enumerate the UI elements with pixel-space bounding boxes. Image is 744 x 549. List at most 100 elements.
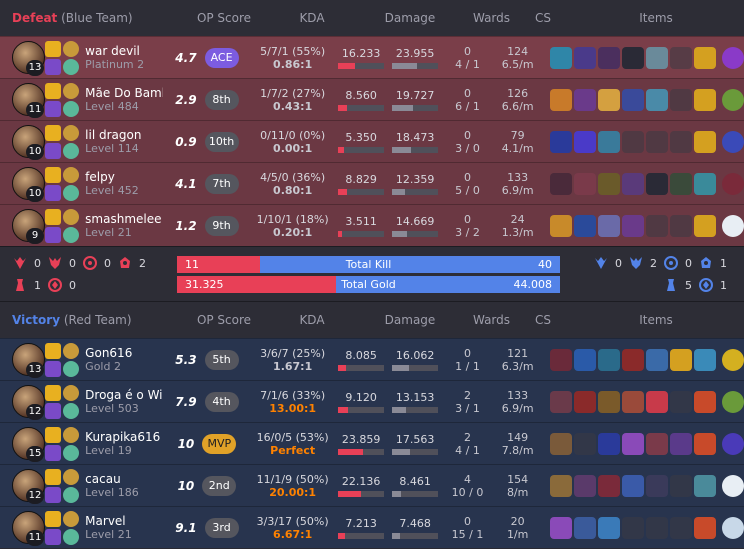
item-slot[interactable] bbox=[622, 390, 644, 413]
secondary-spell-icon[interactable] bbox=[45, 486, 62, 503]
secondary-rune-icon[interactable] bbox=[63, 100, 80, 117]
trinket-slot[interactable] bbox=[722, 474, 744, 497]
item-slot[interactable] bbox=[694, 172, 716, 195]
wards-header[interactable]: Wards bbox=[465, 11, 518, 25]
item-slot[interactable] bbox=[670, 214, 692, 237]
primary-rune-icon[interactable] bbox=[63, 426, 80, 443]
trinket-slot[interactable] bbox=[722, 516, 744, 539]
summoner-name[interactable]: war devil bbox=[85, 44, 163, 58]
flash-spell-icon[interactable] bbox=[45, 510, 62, 527]
champion-portrait[interactable]: 9 bbox=[0, 205, 45, 247]
item-slot[interactable] bbox=[694, 46, 716, 69]
player-row[interactable]: 10 lil dragon Level 114 0.9 10th 0/11/0 (0%) 0… bbox=[0, 120, 744, 162]
item-slot[interactable] bbox=[574, 172, 596, 195]
trinket-slot[interactable] bbox=[722, 130, 744, 153]
player-row[interactable]: 10 felpy Level 452 4.1 7th 4/5/0 (36%) 0.80:1 8… bbox=[0, 162, 744, 204]
secondary-rune-icon[interactable] bbox=[63, 486, 80, 503]
champion-portrait[interactable]: 10 bbox=[0, 121, 45, 163]
flash-spell-icon[interactable] bbox=[45, 166, 62, 183]
primary-rune-icon[interactable] bbox=[63, 468, 80, 485]
primary-rune-icon[interactable] bbox=[63, 208, 80, 225]
summoner-name[interactable]: Marvel bbox=[85, 514, 163, 528]
player-row[interactable]: 12 cacau Level 186 10 2nd 11/1/9 (50%) 20.00:1… bbox=[0, 464, 744, 506]
secondary-spell-icon[interactable] bbox=[45, 58, 62, 75]
item-slot[interactable] bbox=[598, 214, 620, 237]
item-slot[interactable] bbox=[622, 130, 644, 153]
trinket-slot[interactable] bbox=[722, 88, 744, 111]
secondary-spell-icon[interactable] bbox=[45, 360, 62, 377]
player-row[interactable]: 11 Marvel Level 21 9.1 3rd 3/3/17 (50%) 6.67:1… bbox=[0, 506, 744, 548]
item-slot[interactable] bbox=[670, 432, 692, 455]
summoner-name[interactable]: Mãe Do Bambi bbox=[85, 86, 163, 100]
item-slot[interactable] bbox=[670, 348, 692, 371]
champion-portrait[interactable]: 13 bbox=[0, 339, 45, 381]
summoner-name[interactable]: Kurapika616 bbox=[85, 430, 163, 444]
item-slot[interactable] bbox=[694, 88, 716, 111]
champion-portrait[interactable]: 10 bbox=[0, 163, 45, 205]
item-slot[interactable] bbox=[550, 130, 572, 153]
flash-spell-icon[interactable] bbox=[45, 124, 62, 141]
summoner-name[interactable]: lil dragon bbox=[85, 128, 163, 142]
item-slot[interactable] bbox=[670, 172, 692, 195]
item-slot[interactable] bbox=[646, 130, 668, 153]
item-slot[interactable] bbox=[646, 474, 668, 497]
item-slot[interactable] bbox=[646, 46, 668, 69]
item-slot[interactable] bbox=[574, 516, 596, 539]
secondary-rune-icon[interactable] bbox=[63, 226, 80, 243]
secondary-rune-icon[interactable] bbox=[63, 142, 80, 159]
item-slot[interactable] bbox=[646, 348, 668, 371]
item-slot[interactable] bbox=[622, 214, 644, 237]
op-score-header[interactable]: OP Score bbox=[179, 313, 269, 327]
flash-spell-icon[interactable] bbox=[45, 468, 62, 485]
item-slot[interactable] bbox=[694, 348, 716, 371]
item-slot[interactable] bbox=[574, 46, 596, 69]
item-slot[interactable] bbox=[622, 432, 644, 455]
champion-portrait[interactable]: 11 bbox=[0, 507, 45, 549]
item-slot[interactable] bbox=[622, 516, 644, 539]
player-row[interactable]: 12 Droga é o Will Level 503 7.9 4th 7/1/6 (33… bbox=[0, 380, 744, 422]
item-slot[interactable] bbox=[598, 516, 620, 539]
item-slot[interactable] bbox=[694, 390, 716, 413]
item-slot[interactable] bbox=[694, 214, 716, 237]
wards-header[interactable]: Wards bbox=[465, 313, 518, 327]
item-slot[interactable] bbox=[550, 432, 572, 455]
item-slot[interactable] bbox=[574, 214, 596, 237]
summoner-name[interactable]: Gon616 bbox=[85, 346, 163, 360]
player-row[interactable]: 13 war devil Platinum 2 4.7 ACE 5/7/1 (55%) 0.… bbox=[0, 36, 744, 78]
item-slot[interactable] bbox=[694, 130, 716, 153]
item-slot[interactable] bbox=[670, 474, 692, 497]
primary-rune-icon[interactable] bbox=[63, 40, 80, 57]
item-slot[interactable] bbox=[550, 474, 572, 497]
item-slot[interactable] bbox=[598, 172, 620, 195]
flash-spell-icon[interactable] bbox=[45, 342, 62, 359]
item-slot[interactable] bbox=[646, 214, 668, 237]
secondary-rune-icon[interactable] bbox=[63, 444, 80, 461]
flash-spell-icon[interactable] bbox=[45, 82, 62, 99]
secondary-rune-icon[interactable] bbox=[63, 184, 80, 201]
item-slot[interactable] bbox=[550, 172, 572, 195]
item-slot[interactable] bbox=[646, 88, 668, 111]
item-slot[interactable] bbox=[550, 88, 572, 111]
item-slot[interactable] bbox=[574, 88, 596, 111]
item-slot[interactable] bbox=[622, 348, 644, 371]
champion-portrait[interactable]: 15 bbox=[0, 423, 45, 465]
cs-header[interactable]: CS bbox=[518, 11, 568, 25]
cs-header[interactable]: CS bbox=[518, 313, 568, 327]
damage-header[interactable]: Damage bbox=[355, 313, 465, 327]
kda-header[interactable]: KDA bbox=[269, 313, 355, 327]
item-slot[interactable] bbox=[598, 46, 620, 69]
item-slot[interactable] bbox=[670, 516, 692, 539]
primary-rune-icon[interactable] bbox=[63, 166, 80, 183]
damage-header[interactable]: Damage bbox=[355, 11, 465, 25]
summoner-name[interactable]: felpy bbox=[85, 170, 163, 184]
player-row[interactable]: 11 Mãe Do BambiLevel 484 2.9 8th 1/7/2 (27%)… bbox=[0, 78, 744, 120]
flash-spell-icon[interactable] bbox=[45, 40, 62, 57]
item-slot[interactable] bbox=[694, 474, 716, 497]
item-slot[interactable] bbox=[670, 130, 692, 153]
secondary-spell-icon[interactable] bbox=[45, 226, 62, 243]
flash-spell-icon[interactable] bbox=[45, 208, 62, 225]
item-slot[interactable] bbox=[598, 348, 620, 371]
item-slot[interactable] bbox=[598, 432, 620, 455]
trinket-slot[interactable] bbox=[722, 172, 744, 195]
item-slot[interactable] bbox=[646, 390, 668, 413]
